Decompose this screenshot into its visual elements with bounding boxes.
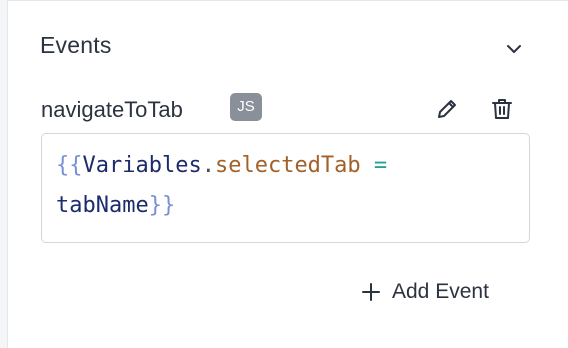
add-event-label: Add Event — [392, 280, 489, 303]
delete-event-button[interactable] — [488, 95, 516, 123]
trash-icon — [492, 99, 512, 119]
code-close-braces: }} — [148, 193, 176, 218]
plus-icon — [362, 283, 380, 301]
code-operator: = — [373, 153, 388, 178]
js-badge: JS — [230, 93, 262, 121]
code-open-braces: {{ — [56, 153, 83, 178]
edit-event-button[interactable] — [433, 95, 461, 123]
section-title: Events — [40, 32, 112, 58]
add-event-button[interactable]: Add Event — [360, 280, 489, 304]
event-code-editor[interactable]: {{Variables.selectedTab = tabName}} — [41, 133, 530, 243]
chevron-down-icon[interactable] — [504, 39, 524, 59]
code-object: Variables — [82, 153, 202, 178]
events-panel: Events navigateToTab JS {{Variables.sele… — [7, 0, 568, 348]
pencil-icon — [438, 100, 456, 118]
code-property: selectedTab — [214, 153, 361, 178]
code-dot: . — [201, 153, 215, 178]
left-rail — [0, 0, 7, 348]
code-value: tabName — [56, 193, 149, 218]
event-name: navigateToTab — [41, 97, 183, 122]
